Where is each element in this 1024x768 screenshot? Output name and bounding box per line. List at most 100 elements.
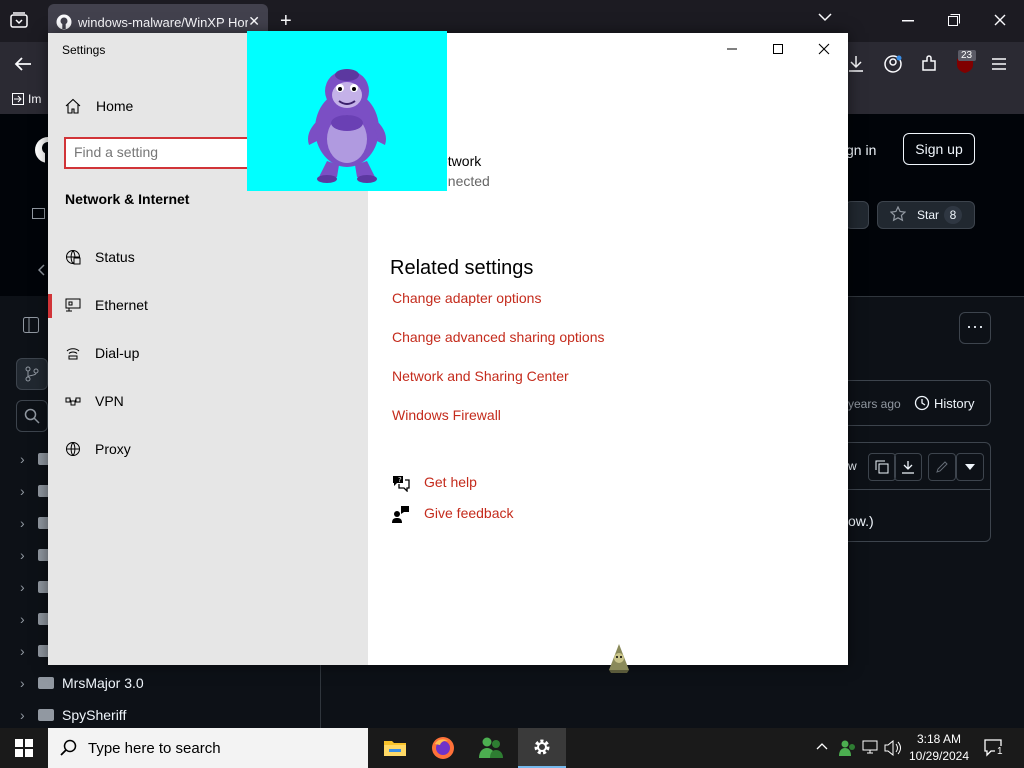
downloads-icon[interactable] bbox=[848, 55, 864, 73]
nav-item-vpn[interactable]: VPN bbox=[48, 382, 368, 422]
network-sharing-center-link[interactable]: Network and Sharing Center bbox=[392, 368, 569, 384]
tree-item[interactable]: › MrsMajor 3.0 bbox=[20, 672, 144, 694]
bonzi-buddy-popup[interactable] bbox=[247, 31, 447, 191]
copy-icon[interactable] bbox=[868, 453, 896, 481]
star-button[interactable]: Star 8 bbox=[877, 201, 975, 229]
nav-item-status[interactable]: Status bbox=[48, 238, 368, 278]
readme-text: ow.) bbox=[848, 513, 874, 529]
window-title: Settings bbox=[62, 43, 106, 57]
tree-item[interactable]: › SpySheriff bbox=[20, 704, 126, 726]
tab-list-icon[interactable] bbox=[10, 12, 28, 28]
sign-in-link[interactable]: gn in bbox=[846, 142, 876, 158]
taskbar-firefox[interactable] bbox=[419, 728, 467, 768]
find-setting-field[interactable] bbox=[64, 137, 258, 169]
taskbar-search-box[interactable]: Type here to search bbox=[48, 728, 368, 768]
sign-up-button[interactable]: Sign up bbox=[903, 133, 975, 165]
fork-button[interactable] bbox=[845, 201, 869, 229]
taskbar-settings[interactable] bbox=[518, 728, 566, 768]
commit-info-box: years ago History bbox=[846, 380, 991, 426]
github-icon bbox=[56, 14, 72, 30]
minimize-icon[interactable] bbox=[902, 20, 914, 22]
back-icon[interactable] bbox=[14, 56, 32, 72]
star-label: Star bbox=[917, 208, 940, 222]
taskbar-search-placeholder: Type here to search bbox=[88, 740, 221, 757]
more-options-button[interactable]: ··· bbox=[959, 312, 991, 344]
extensions-icon[interactable] bbox=[920, 55, 938, 73]
new-tab-button[interactable]: + bbox=[280, 10, 292, 33]
file-search-input[interactable] bbox=[16, 400, 48, 432]
nav-label: Dial-up bbox=[95, 345, 140, 361]
volume-icon[interactable] bbox=[884, 740, 902, 756]
network-tray-icon[interactable] bbox=[862, 740, 880, 756]
file-toolbar: w ow.) bbox=[846, 442, 991, 542]
notification-count: 1 bbox=[995, 746, 1005, 757]
proxy-icon bbox=[65, 441, 81, 457]
close-icon[interactable] bbox=[801, 39, 847, 59]
maximize-icon[interactable] bbox=[755, 39, 801, 59]
change-sharing-options-link[interactable]: Change advanced sharing options bbox=[392, 329, 605, 345]
history-icon bbox=[914, 395, 930, 411]
chevron-left-icon[interactable] bbox=[38, 264, 46, 276]
tray-bonzi-icon[interactable] bbox=[838, 739, 856, 757]
bookmark-item[interactable]: Im bbox=[12, 92, 41, 106]
show-hidden-icons-icon[interactable] bbox=[816, 742, 828, 750]
ublock-icon[interactable]: 23 bbox=[954, 50, 976, 74]
network-status: nnected bbox=[440, 173, 490, 189]
taskbar-bonzi[interactable] bbox=[467, 728, 515, 768]
nav-label: Proxy bbox=[95, 441, 131, 457]
svg-text:?: ? bbox=[398, 476, 402, 484]
settings-window: Settings Home Network & Internet Status … bbox=[48, 33, 848, 665]
account-icon[interactable] bbox=[884, 55, 902, 73]
related-settings-heading: Related settings bbox=[390, 257, 534, 279]
windows-firewall-link[interactable]: Windows Firewall bbox=[392, 407, 501, 423]
nav-item-ethernet[interactable]: Ethernet bbox=[48, 286, 368, 326]
feedback-icon bbox=[392, 505, 410, 523]
clock-time: 3:18 AM bbox=[916, 732, 962, 746]
desktop-pet-icon[interactable] bbox=[606, 642, 632, 674]
raw-button[interactable]: w bbox=[848, 459, 857, 473]
gear-icon bbox=[534, 739, 550, 755]
find-setting-input[interactable] bbox=[74, 144, 244, 160]
status-icon bbox=[65, 249, 81, 265]
taskbar: Type here to search 3:18 AM 10/29/2024 1 bbox=[0, 728, 1024, 768]
firefox-icon bbox=[432, 737, 454, 759]
download-icon[interactable] bbox=[894, 453, 922, 481]
close-icon[interactable] bbox=[994, 14, 1006, 26]
change-adapter-options-link[interactable]: Change adapter options bbox=[392, 290, 541, 306]
import-icon bbox=[12, 93, 24, 105]
taskbar-file-explorer[interactable] bbox=[371, 728, 419, 768]
nav-item-proxy[interactable]: Proxy bbox=[48, 430, 368, 470]
bonzi-gorilla-image bbox=[308, 69, 386, 183]
star-count: 8 bbox=[944, 206, 962, 224]
tab-title: windows-malware/WinXP Horr bbox=[78, 15, 248, 30]
minimize-icon[interactable] bbox=[709, 39, 755, 59]
star-icon bbox=[890, 206, 906, 222]
clock-date: 10/29/2024 bbox=[908, 749, 970, 763]
chevron-down-icon[interactable] bbox=[956, 453, 984, 481]
nav-item-dialup[interactable]: Dial-up bbox=[48, 334, 368, 374]
chevron-down-icon[interactable] bbox=[818, 12, 832, 22]
repo-icon bbox=[32, 208, 46, 222]
nav-label: Status bbox=[95, 249, 135, 265]
branch-selector[interactable] bbox=[16, 358, 48, 390]
start-button[interactable] bbox=[0, 728, 48, 768]
section-title: Network & Internet bbox=[65, 191, 190, 207]
taskbar-clock[interactable]: 3:18 AM 10/29/2024 bbox=[905, 731, 973, 765]
collapse-sidebar-icon[interactable] bbox=[16, 310, 46, 340]
menu-icon[interactable] bbox=[992, 58, 1006, 70]
notification-center-icon[interactable]: 1 bbox=[984, 738, 1005, 758]
kebab-icon: ··· bbox=[966, 316, 984, 336]
nav-label: Ethernet bbox=[95, 297, 148, 313]
restore-icon[interactable] bbox=[948, 14, 960, 26]
bookmark-label: Im bbox=[28, 92, 42, 106]
ethernet-icon bbox=[65, 297, 81, 313]
help-chat-icon: ? bbox=[392, 474, 410, 492]
dialup-icon bbox=[65, 345, 81, 361]
folder-icon bbox=[38, 709, 54, 721]
notification-badge: 23 bbox=[961, 50, 973, 61]
edit-icon[interactable] bbox=[928, 453, 956, 481]
history-link[interactable]: History bbox=[934, 396, 974, 411]
folder-icon bbox=[38, 677, 54, 689]
folder-icon bbox=[384, 741, 406, 756]
tab-close-icon[interactable]: ✕ bbox=[248, 13, 260, 30]
